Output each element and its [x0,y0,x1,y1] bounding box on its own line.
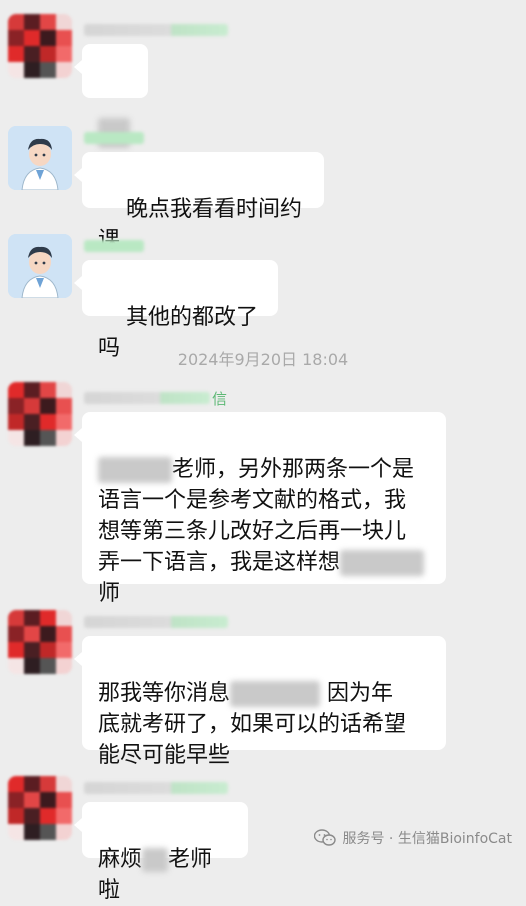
message-bubble[interactable]: 那我等你消息 因为年 底就考研了，如果可以的话希望 能尽可能早些 [74,636,446,768]
sender-name [84,616,228,628]
message-text: 师 [98,581,121,606]
wechat-icon [314,829,337,846]
redacted-text [142,848,169,872]
sender-name [84,240,144,252]
doctor-avatar-icon [8,126,72,190]
doctor-avatar-icon [8,234,72,298]
message-text: 因为年 [327,681,394,706]
avatar[interactable] [8,234,72,298]
message-text: 弄一下语言，我是这样想 [98,550,341,575]
avatar[interactable] [8,610,72,674]
message-bubble[interactable]: 晚点我看看时间约课 [74,152,324,253]
avatar[interactable] [8,776,72,840]
watermark-text: 服务号 · 生信猫BioinfoCat [342,831,512,847]
sender-name [84,392,210,404]
avatar[interactable] [8,382,72,446]
message-text: 语言一个是参考文献的格式，我 [98,488,407,513]
avatar[interactable] [8,126,72,190]
sender-name [84,132,144,144]
message-text: 能尽可能早些 [98,743,231,768]
chat-timestamp: 2024年9月20日 18:04 [177,350,349,369]
avatar[interactable] [8,14,72,78]
message-bubble[interactable]: 麻烦 老师啦 [74,802,248,903]
message-text: 想等第三条儿改好之后再一块儿 [98,519,407,544]
redacted-text [340,550,425,576]
redacted-text [230,681,321,707]
sender-name [84,782,228,794]
message-text: 老师，另外那两条一个是 [172,457,415,482]
sender-name-tag: 信 [212,390,228,408]
message-bubble[interactable]: 其他的都改了吗 [74,260,278,361]
redacted-text [98,457,172,483]
message-text: 那我等你消息 [98,681,231,706]
message-text: 底就考研了，如果可以的话希望 [98,712,407,737]
message-bubble[interactable] [74,44,148,148]
message-bubble[interactable]: 老师，另外那两条一个是 语言一个是参考文献的格式，我 想等第三条儿改好之后再一块… [74,412,446,606]
message-text: 麻烦 [98,847,143,872]
sender-name [84,24,228,36]
watermark: 服务号 · 生信猫BioinfoCat [314,828,512,848]
